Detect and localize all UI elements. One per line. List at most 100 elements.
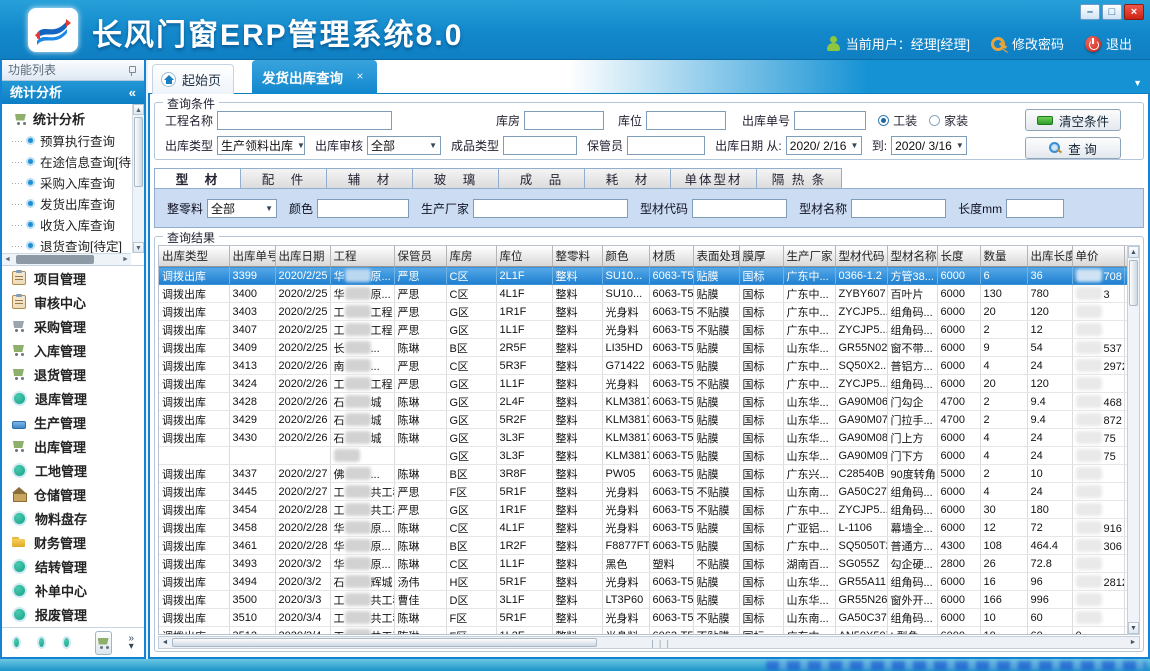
column-header[interactable]: 膜厚 <box>739 246 783 267</box>
clear-conditions-button[interactable]: 清空条件 <box>1025 109 1121 131</box>
column-header[interactable]: 材质 <box>649 246 693 267</box>
column-header[interactable]: 库房 <box>446 246 496 267</box>
table-row[interactable]: 调拨出库35102020/3/4工共工程陈琳F区5R1F整料光身料6063-T5… <box>159 609 1140 627</box>
scroll-down-icon[interactable]: ▼ <box>1128 622 1139 634</box>
sidebar-item[interactable]: 退库管理 <box>2 386 144 410</box>
out-audit-select[interactable]: 全部▼ <box>367 136 441 155</box>
table-horizontal-scrollbar[interactable]: ◄ ❘❘❘ ► <box>158 636 1140 649</box>
column-header[interactable]: 长度 <box>937 246 980 267</box>
column-header[interactable]: 生产厂家 <box>783 246 835 267</box>
column-header[interactable]: 出库单号 <box>229 246 275 267</box>
table-row[interactable]: 调拨出库34942020/3/2石辉城汤伟H区5R1F整料光身料6063-T5贴… <box>159 573 1140 591</box>
name-input[interactable] <box>851 199 946 218</box>
code-input[interactable] <box>692 199 787 218</box>
scroll-left-icon[interactable]: ◄ <box>2 254 13 265</box>
splitter-grip-icon[interactable]: ❘❘❘ <box>649 639 672 648</box>
scroll-right-icon[interactable]: ► <box>1127 637 1139 648</box>
material-tab[interactable]: 配 件 <box>240 168 326 189</box>
column-header[interactable]: 数量 <box>980 246 1027 267</box>
material-tab[interactable]: 成 品 <box>498 168 584 189</box>
sidebar-item[interactable]: 报废管理 <box>2 602 144 626</box>
scroll-up-icon[interactable]: ▲ <box>1128 246 1139 258</box>
nav-dot-icon[interactable] <box>62 636 71 649</box>
sidebar-item[interactable]: 结转管理 <box>2 554 144 578</box>
tree-item[interactable]: 收货入库查询 <box>4 214 131 235</box>
sidebar-item[interactable]: 财务管理 <box>2 530 144 554</box>
search-button[interactable]: 查 询 <box>1025 137 1121 159</box>
column-header[interactable]: 表面处理 <box>693 246 739 267</box>
column-header[interactable]: 工程 <box>330 246 394 267</box>
table-row[interactable]: 调拨出库35122020/3/4工共工程陈琳F区1L2F整料光身料6063-T5… <box>159 627 1140 636</box>
project-name-input[interactable] <box>217 111 392 130</box>
sidebar-item[interactable]: 生产管理 <box>2 410 144 434</box>
column-header[interactable]: 颜色 <box>602 246 649 267</box>
column-header[interactable]: 库位 <box>496 246 552 267</box>
column-header[interactable]: 型材代码 <box>835 246 887 267</box>
column-header[interactable]: 单价 <box>1072 246 1124 267</box>
material-tab[interactable]: 辅 材 <box>326 168 412 189</box>
sidebar-item[interactable]: 工地管理 <box>2 458 144 482</box>
sidebar-item[interactable]: 退货管理 <box>2 362 144 386</box>
table-row[interactable]: 调拨出库34242020/2/26工工程严思G区1L1F整料光身料6063-T5… <box>159 375 1140 393</box>
column-header[interactable]: 出库日期 <box>275 246 330 267</box>
zhengling-select[interactable]: 全部▼ <box>207 199 277 218</box>
tab-home[interactable]: 起始页 <box>152 64 234 94</box>
nav-cart-button[interactable] <box>95 631 113 655</box>
table-row[interactable]: 调拨出库34092020/2/25长...陈琳B区2R5F整料LI35HD606… <box>159 339 1140 357</box>
close-tab-icon[interactable]: × <box>353 70 367 84</box>
table-row[interactable]: 调拨出库34452020/2/27工共工程严思F区5R1F整料光身料6063-T… <box>159 483 1140 501</box>
scroll-right-icon[interactable]: ► <box>120 254 131 265</box>
tab-list-dropdown-icon[interactable]: ▼ <box>1133 78 1142 88</box>
radio-selected[interactable]: 工装 <box>878 112 917 129</box>
radio-option[interactable]: 家装 <box>929 112 968 129</box>
table-row[interactable]: 调拨出库34582020/2/28华原...陈琳C区4L1F整料光身料6063-… <box>159 519 1140 537</box>
column-header[interactable]: 整零料 <box>552 246 602 267</box>
sidebar-item[interactable]: 采购管理 <box>2 314 144 338</box>
more-buttons-chevron[interactable]: »▾ <box>128 635 134 651</box>
material-tab[interactable]: 型 材 <box>154 168 240 189</box>
sidebar-item[interactable]: 入库管理 <box>2 338 144 362</box>
sidebar-item[interactable]: 审核中心 <box>2 290 144 314</box>
tree-item[interactable]: 发货出库查询 <box>4 193 131 214</box>
maximize-button[interactable]: □ <box>1102 4 1122 20</box>
material-tab[interactable]: 单体型材 <box>670 168 756 189</box>
sidebar-item[interactable]: 物料盘存 <box>2 506 144 530</box>
column-header[interactable]: 出库长度 <box>1027 246 1072 267</box>
warehouse-input[interactable] <box>524 111 604 130</box>
column-header[interactable]: 型材名称 <box>887 246 937 267</box>
close-button[interactable]: × <box>1124 4 1144 20</box>
sidebar-item[interactable]: 出库管理 <box>2 434 144 458</box>
table-row[interactable]: 调拨出库34072020/2/25工工程严思G区1L1F整料光身料6063-T5… <box>159 321 1140 339</box>
column-header[interactable]: 保管员 <box>394 246 446 267</box>
table-row[interactable]: 调拨出库34932020/3/2华原...陈琳C区1L1F整料黑色塑料不贴膜国标… <box>159 555 1140 573</box>
length-input[interactable] <box>1006 199 1064 218</box>
tree-horizontal-scrollbar[interactable]: ◄ ► <box>2 253 131 265</box>
date-from-select[interactable]: 2020/ 2/16▼ <box>786 136 862 155</box>
product-type-input[interactable] <box>503 136 577 155</box>
table-row[interactable]: 调拨出库34292020/2/26石城陈琳G区5R2F整料KLM38176063… <box>159 411 1140 429</box>
table-row[interactable]: 调拨出库34132020/2/26南...严思C区5R3F整料G71422606… <box>159 357 1140 375</box>
tree-item[interactable]: 在途信息查询[待 <box>4 151 131 172</box>
scroll-up-icon[interactable]: ▲ <box>133 104 144 115</box>
tab-outbound-query[interactable]: 发货出库查询 × <box>252 60 377 94</box>
tree-item[interactable]: 采购入库查询 <box>4 172 131 193</box>
color-input[interactable] <box>317 199 409 218</box>
table-row[interactable]: G区3L3F整料KLM38176063-T5贴膜国标山东华...GA90M09.… <box>159 447 1140 465</box>
sidebar-item[interactable]: 补单中心 <box>2 578 144 602</box>
sidebar-item[interactable]: 仓储管理 <box>2 482 144 506</box>
tree-item[interactable]: 预算执行查询 <box>4 130 131 151</box>
material-tab[interactable]: 玻 璃 <box>412 168 498 189</box>
material-tab[interactable]: 隔 热 条 <box>756 168 842 189</box>
material-tab[interactable]: 耗 材 <box>584 168 670 189</box>
maker-input[interactable] <box>473 199 628 218</box>
table-row[interactable]: 调拨出库35002020/3/3工共工程曹佳D区3L1F整料LT3P606063… <box>159 591 1140 609</box>
nav-dot-icon[interactable] <box>12 636 21 649</box>
keeper-input[interactable] <box>627 136 705 155</box>
column-header[interactable]: 出库类型 <box>159 246 229 267</box>
collapse-icon[interactable]: « <box>129 81 136 104</box>
sidebar-item[interactable]: 项目管理 <box>2 266 144 290</box>
scroll-down-icon[interactable]: ▼ <box>133 242 144 253</box>
table-row[interactable]: 调拨出库34002020/2/25华原...严思C区4L1F整料SU10...6… <box>159 285 1140 303</box>
table-row[interactable]: 调拨出库34032020/2/25工工程严思G区1R1F整料光身料6063-T5… <box>159 303 1140 321</box>
tree-root[interactable]: 统计分析 <box>4 106 131 130</box>
